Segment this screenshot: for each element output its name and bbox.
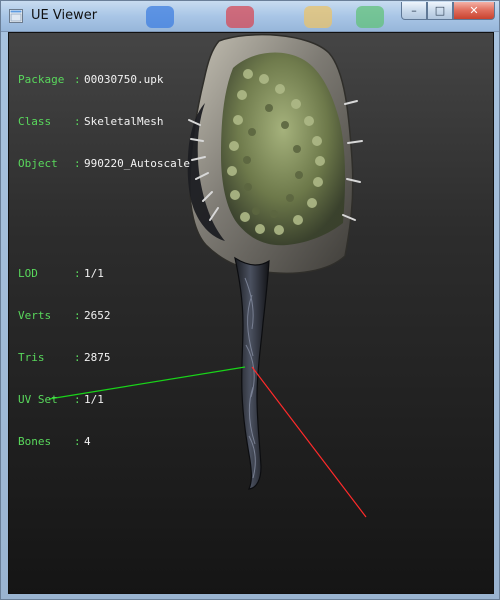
separator: : (74, 393, 81, 406)
object-row: Object : 990220_Autoscale (18, 157, 190, 171)
tris-value: 2875 (84, 351, 111, 364)
uvset-value: 1/1 (84, 393, 104, 406)
window-controls: – □ ✕ (401, 2, 495, 20)
class-value: SkeletalMesh (84, 115, 164, 128)
separator: : (74, 309, 81, 322)
close-icon: ✕ (469, 4, 479, 17)
minimize-button[interactable]: – (401, 2, 427, 20)
bones-row: Bones : 4 (18, 435, 190, 449)
lod-value: 1/1 (84, 267, 104, 280)
maximize-button[interactable]: □ (427, 2, 453, 20)
minimize-icon: – (411, 4, 417, 17)
bones-value: 4 (84, 435, 91, 448)
close-button[interactable]: ✕ (453, 2, 495, 20)
background-icon (356, 6, 384, 28)
separator: : (74, 73, 81, 86)
bones-label: Bones (18, 435, 52, 448)
separator: : (74, 157, 81, 170)
separator: : (74, 435, 81, 448)
uvset-row: UV Set : 1/1 (18, 393, 190, 407)
lod-label: LOD (18, 267, 38, 280)
3d-viewport[interactable]: Package : 00030750.upk Class : SkeletalM… (8, 32, 494, 594)
background-icon (304, 6, 332, 28)
object-value: 990220_Autoscale (84, 157, 190, 170)
separator: : (74, 115, 81, 128)
verts-value: 2652 (84, 309, 111, 322)
title-bar[interactable]: UE Viewer – □ ✕ (1, 1, 499, 32)
lod-row: LOD : 1/1 (18, 267, 190, 281)
uvset-label: UV Set (18, 393, 58, 406)
separator: : (74, 351, 81, 364)
tris-row: Tris : 2875 (18, 351, 190, 365)
verts-label: Verts (18, 309, 52, 322)
background-icon (226, 6, 254, 28)
mesh-info-overlay: Package : 00030750.upk Class : SkeletalM… (18, 45, 190, 477)
background-icon (146, 6, 174, 28)
package-row: Package : 00030750.upk (18, 73, 190, 87)
class-label: Class (18, 115, 52, 128)
object-label: Object (18, 157, 58, 170)
app-icon (9, 9, 23, 23)
window-title: UE Viewer (31, 8, 98, 23)
class-row: Class : SkeletalMesh (18, 115, 190, 129)
ue-viewer-window: UE Viewer – □ ✕ Package : 00030750.upk C… (0, 0, 500, 600)
tris-label: Tris (18, 351, 45, 364)
package-value: 00030750.upk (84, 73, 164, 86)
separator: : (74, 267, 81, 280)
maximize-icon: □ (434, 4, 446, 17)
verts-row: Verts : 2652 (18, 309, 190, 323)
package-label: Package (18, 73, 65, 86)
overlay-spacer (18, 213, 190, 225)
